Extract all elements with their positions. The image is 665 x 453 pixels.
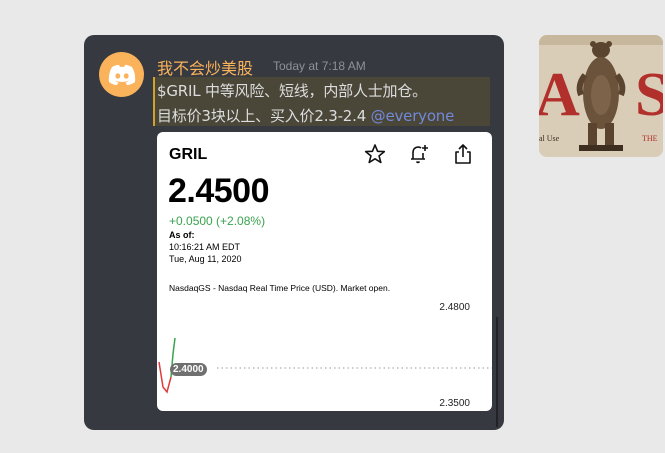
market-info: NasdaqGS - Nasdaq Real Time Price (USD).… xyxy=(169,283,391,293)
price-line-down xyxy=(158,361,172,394)
sign-letter-left: A xyxy=(539,61,580,129)
y-axis-high-label: 2.4800 xyxy=(439,302,470,313)
message-card: 我不会炒美股 Today at 7:18 AM $GRIL 中等风险、短线，内部… xyxy=(84,35,504,430)
as-of-time: 10:16:21 AM EDT xyxy=(169,242,241,252)
sign-text-right: THE xyxy=(642,134,658,143)
as-of-label: As of: xyxy=(169,230,195,240)
stock-price: 2.4500 xyxy=(168,172,270,210)
bell-plus-icon[interactable] xyxy=(407,142,431,166)
message-line-2-text: 目标价3块以上、买入价2.3-2.4 xyxy=(157,107,367,125)
star-icon[interactable] xyxy=(363,142,387,166)
bear-sign-image: A S al Use THE xyxy=(539,35,663,157)
message-line-1: $GRIL 中等风险、短线，内部人士加仓。 xyxy=(157,82,427,100)
price-change: +0.0500 (+2.08%) xyxy=(169,214,266,228)
message-line-2: 目标价3块以上、买入价2.3-2.4 @everyone xyxy=(157,105,454,126)
intraday-chart xyxy=(158,337,492,394)
sign-letter-right: S xyxy=(635,61,663,129)
current-price-tag: 2.4000 xyxy=(170,363,207,376)
username[interactable]: 我不会炒美股 xyxy=(157,55,253,79)
sign-text-left: al Use xyxy=(539,134,560,143)
as-of-date: Tue, Aug 11, 2020 xyxy=(169,254,242,264)
stock-screenshot-card[interactable]: GRIL 2.4500 +0.0500 (+2.08%) As of: 10:1… xyxy=(157,132,492,411)
user-avatar[interactable] xyxy=(99,52,144,97)
thumbnail-image[interactable]: A S al Use THE xyxy=(539,35,663,157)
discord-icon xyxy=(108,64,135,85)
everyone-mention[interactable]: @everyone xyxy=(371,107,455,125)
scrollbar[interactable] xyxy=(496,317,498,427)
ticker-symbol: GRIL xyxy=(169,146,208,163)
message-timestamp: Today at 7:18 AM xyxy=(273,59,366,73)
share-icon[interactable] xyxy=(451,142,475,166)
